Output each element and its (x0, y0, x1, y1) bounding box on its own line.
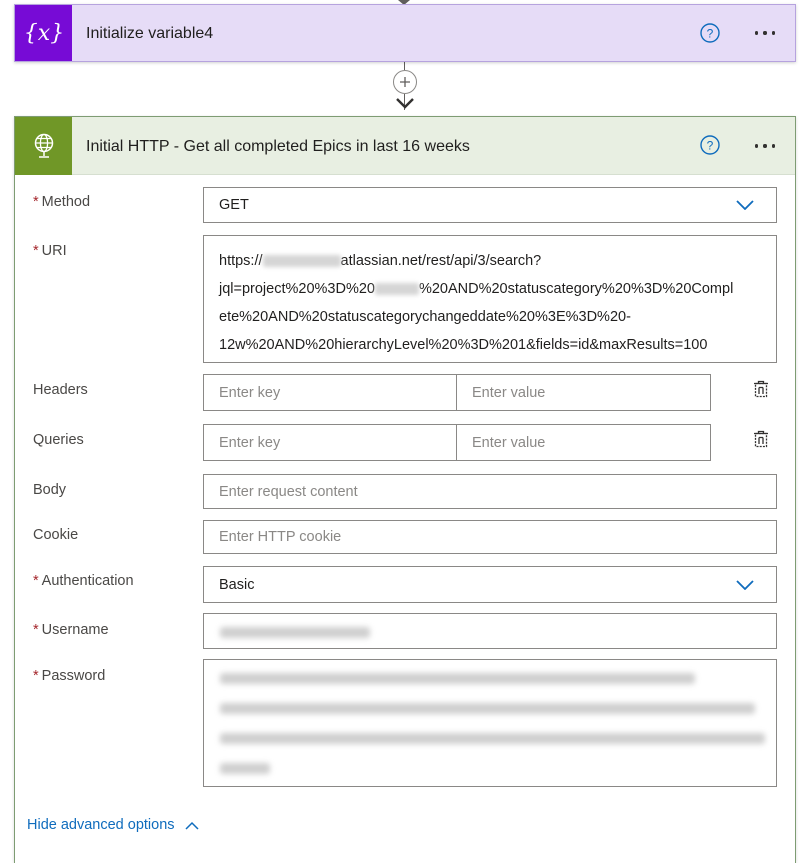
headers-label: Headers (33, 382, 88, 398)
headers-value-input[interactable]: Enter value (456, 374, 711, 411)
svg-text:{𝑥}: {𝑥} (24, 21, 64, 46)
authentication-dropdown[interactable]: Basic (203, 566, 777, 603)
uri-label: * URI (33, 243, 67, 259)
delete-icon[interactable] (751, 379, 771, 399)
arrow-down-icon (396, 98, 414, 109)
queries-value-input[interactable]: Enter value (456, 424, 711, 461)
method-value: GET (219, 197, 249, 213)
authentication-label: * Authentication (33, 573, 134, 589)
help-icon[interactable]: ? (699, 22, 721, 44)
headers-key-input[interactable]: Enter key (203, 374, 457, 411)
uri-input[interactable]: https://atlassian.net/rest/api/3/search?… (203, 235, 777, 363)
variable-icon: {𝑥} (15, 5, 72, 61)
chevron-down-icon (736, 200, 754, 210)
uri-line-3: ete%20AND%20statuscategorychangeddate%20… (219, 309, 631, 325)
uri-line-1: https://atlassian.net/rest/api/3/search? (219, 253, 542, 269)
queries-key-input[interactable]: Enter key (203, 424, 457, 461)
more-options-icon[interactable] (750, 135, 780, 157)
authentication-value: Basic (219, 576, 255, 593)
chevron-up-icon (185, 821, 199, 830)
password-label: * Password (33, 668, 106, 684)
delete-icon[interactable] (751, 429, 771, 449)
username-input[interactable] (203, 613, 777, 649)
plus-icon (400, 77, 410, 87)
insert-step-button[interactable] (393, 70, 417, 94)
cookie-input[interactable]: Enter HTTP cookie (203, 520, 777, 554)
more-options-icon[interactable] (750, 22, 780, 44)
globe-icon (15, 117, 72, 175)
redacted-password-line (220, 763, 270, 774)
redacted-project (374, 283, 419, 296)
card-title: Initial HTTP - Get all completed Epics i… (86, 138, 470, 155)
uri-line-4: 12w%20AND%20hierarchyLevel%20%3D%201&fie… (219, 337, 708, 353)
redacted-password-line (220, 703, 755, 714)
svg-text:?: ? (707, 139, 714, 153)
help-icon[interactable]: ? (699, 134, 721, 156)
connector-line-top (404, 62, 405, 70)
hide-advanced-options-link[interactable]: Hide advanced options (27, 817, 199, 833)
password-input[interactable] (203, 659, 777, 787)
username-label: * Username (33, 622, 109, 638)
svg-text:?: ? (707, 27, 714, 41)
method-dropdown[interactable]: GET (203, 187, 777, 223)
redacted-domain (262, 255, 341, 268)
redacted-username (220, 627, 370, 638)
chevron-down-icon (736, 579, 754, 590)
redacted-password-line (220, 733, 765, 744)
body-input[interactable]: Enter request content (203, 474, 777, 509)
cookie-label: Cookie (33, 527, 79, 543)
method-label: * Method (33, 194, 91, 210)
card-header[interactable]: Initial HTTP - Get all completed Epics i… (15, 117, 795, 175)
body-label: Body (33, 482, 67, 498)
uri-line-2: jql=project%20%3D%20 %20AND%20statuscateg… (219, 281, 734, 297)
redacted-password-line (220, 673, 695, 684)
initialize-variable-card[interactable]: {𝑥} Initialize variable4 ? (14, 4, 796, 62)
card-title: Initialize variable4 (86, 25, 214, 42)
queries-label: Queries (33, 432, 84, 448)
http-action-card: Initial HTTP - Get all completed Epics i… (14, 116, 796, 863)
